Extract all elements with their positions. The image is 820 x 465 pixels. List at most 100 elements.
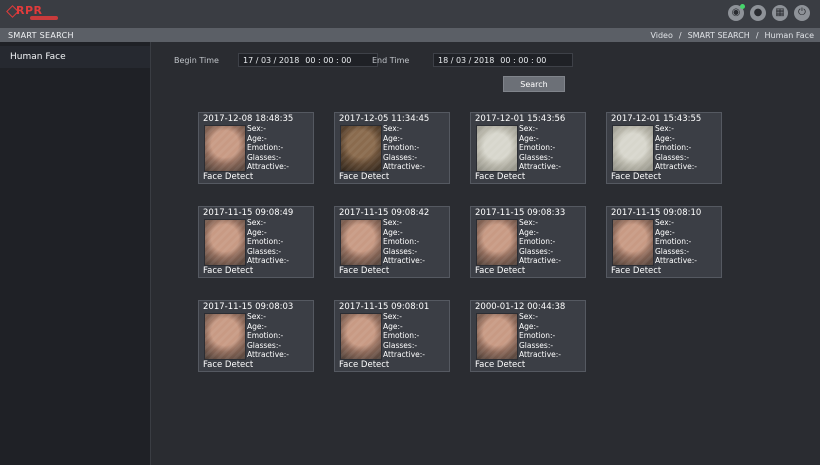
result-card[interactable]: 2017-11-15 09:08:49 Sex:- Age:- Emotion:… xyxy=(198,206,314,278)
attr-sex: Sex:- xyxy=(383,124,402,133)
breadcrumb-item-video[interactable]: Video xyxy=(650,31,672,40)
event-label: Face Detect xyxy=(339,360,390,370)
end-time-label: End Time xyxy=(372,56,410,65)
sidebar-item-human-face[interactable]: Human Face xyxy=(0,46,150,68)
begin-time[interactable]: 00 : 00 : 00 xyxy=(305,56,351,65)
result-timestamp: 2017-11-15 09:08:33 xyxy=(475,208,566,218)
begin-time-label: Begin Time xyxy=(174,56,219,65)
end-time-field[interactable]: 18 / 03 / 2018 00 : 00 : 00 xyxy=(433,53,573,67)
face-thumbnail xyxy=(476,219,518,266)
toolbar-icons: ◉ ● ▦ ⏻ xyxy=(728,4,810,21)
result-card[interactable]: 2017-12-01 15:43:56 Sex:- Age:- Emotion:… xyxy=(470,112,586,184)
face-thumbnail xyxy=(612,125,654,172)
result-timestamp: 2000-01-12 00:44:38 xyxy=(475,302,566,312)
event-label: Face Detect xyxy=(339,172,390,182)
attr-age: Age:- xyxy=(519,321,539,331)
result-card[interactable]: 2017-11-15 09:08:03 Sex:- Age:- Emotion:… xyxy=(198,300,314,372)
attr-sex: Sex:- xyxy=(519,218,538,227)
event-label: Face Detect xyxy=(203,266,254,276)
attr-emotion: Emotion:- xyxy=(247,237,284,246)
attr-age: Age:- xyxy=(655,227,675,237)
attr-age: Age:- xyxy=(655,133,675,143)
attributes: Sex:- Age:- Emotion:- Glasses:- Attracti… xyxy=(383,124,445,172)
grid-icon[interactable]: ▦ xyxy=(772,5,788,21)
attr-glasses: Glasses:- xyxy=(383,340,418,350)
attr-attractive: Attractive:- xyxy=(519,256,561,265)
attr-glasses: Glasses:- xyxy=(247,152,282,162)
attr-attractive: Attractive:- xyxy=(519,350,561,359)
attr-sex: Sex:- xyxy=(519,124,538,133)
event-label: Face Detect xyxy=(611,172,662,182)
attr-emotion: Emotion:- xyxy=(519,143,556,152)
attr-sex: Sex:- xyxy=(655,124,674,133)
attributes: Sex:- Age:- Emotion:- Glasses:- Attracti… xyxy=(655,124,717,172)
attributes: Sex:- Age:- Emotion:- Glasses:- Attracti… xyxy=(383,312,445,360)
attr-attractive: Attractive:- xyxy=(247,256,289,265)
user-icon[interactable]: ● xyxy=(750,5,766,21)
result-timestamp: 2017-11-15 09:08:42 xyxy=(339,208,430,218)
attr-sex: Sex:- xyxy=(519,312,538,321)
breadcrumb-separator: / xyxy=(755,30,759,40)
eye-icon[interactable]: ◉ xyxy=(728,4,745,21)
attributes: Sex:- Age:- Emotion:- Glasses:- Attracti… xyxy=(519,218,581,266)
power-icon[interactable]: ⏻ xyxy=(794,5,810,21)
breadcrumb-item-smart-search[interactable]: SMART SEARCH xyxy=(688,31,750,40)
attr-sex: Sex:- xyxy=(383,312,402,321)
result-card[interactable]: 2017-11-15 09:08:01 Sex:- Age:- Emotion:… xyxy=(334,300,450,372)
event-label: Face Detect xyxy=(339,266,390,276)
attributes: Sex:- Age:- Emotion:- Glasses:- Attracti… xyxy=(247,124,309,172)
attr-sex: Sex:- xyxy=(383,218,402,227)
attr-age: Age:- xyxy=(247,133,267,143)
attr-attractive: Attractive:- xyxy=(655,256,697,265)
result-card[interactable]: 2017-12-01 15:43:55 Sex:- Age:- Emotion:… xyxy=(606,112,722,184)
attr-age: Age:- xyxy=(383,227,403,237)
begin-date[interactable]: 17 / 03 / 2018 xyxy=(243,56,299,65)
event-label: Face Detect xyxy=(475,266,526,276)
attr-attractive: Attractive:- xyxy=(247,162,289,171)
result-timestamp: 2017-12-01 15:43:56 xyxy=(475,114,566,124)
attr-glasses: Glasses:- xyxy=(519,340,554,350)
brand-logo: RPR xyxy=(6,4,68,24)
result-timestamp: 2017-11-15 09:08:10 xyxy=(611,208,702,218)
attr-emotion: Emotion:- xyxy=(247,143,284,152)
page-title: SMART SEARCH xyxy=(8,30,74,40)
attr-glasses: Glasses:- xyxy=(655,246,690,256)
end-time[interactable]: 00 : 00 : 00 xyxy=(500,56,546,65)
attr-emotion: Emotion:- xyxy=(655,143,692,152)
attr-emotion: Emotion:- xyxy=(383,143,420,152)
attributes: Sex:- Age:- Emotion:- Glasses:- Attracti… xyxy=(247,312,309,360)
sidebar: Human Face xyxy=(0,42,151,465)
result-card[interactable]: 2017-11-15 09:08:33 Sex:- Age:- Emotion:… xyxy=(470,206,586,278)
end-date[interactable]: 18 / 03 / 2018 xyxy=(438,56,494,65)
attributes: Sex:- Age:- Emotion:- Glasses:- Attracti… xyxy=(247,218,309,266)
attr-glasses: Glasses:- xyxy=(247,340,282,350)
result-card[interactable]: 2017-12-08 18:48:35 Sex:- Age:- Emotion:… xyxy=(198,112,314,184)
attributes: Sex:- Age:- Emotion:- Glasses:- Attracti… xyxy=(655,218,717,266)
attr-age: Age:- xyxy=(383,321,403,331)
result-card[interactable]: 2017-11-15 09:08:42 Sex:- Age:- Emotion:… xyxy=(334,206,450,278)
begin-time-field[interactable]: 17 / 03 / 2018 00 : 00 : 00 xyxy=(238,53,378,67)
attr-attractive: Attractive:- xyxy=(247,350,289,359)
result-card[interactable]: 2000-01-12 00:44:38 Sex:- Age:- Emotion:… xyxy=(470,300,586,372)
attributes: Sex:- Age:- Emotion:- Glasses:- Attracti… xyxy=(519,312,581,360)
sidebar-item-label: Human Face xyxy=(10,52,66,62)
attr-glasses: Glasses:- xyxy=(383,246,418,256)
search-controls: Begin Time 17 / 03 / 2018 00 : 00 : 00 E… xyxy=(150,42,820,102)
result-card[interactable]: 2017-11-15 09:08:10 Sex:- Age:- Emotion:… xyxy=(606,206,722,278)
attr-age: Age:- xyxy=(247,321,267,331)
event-label: Face Detect xyxy=(475,360,526,370)
face-thumbnail xyxy=(340,125,382,172)
attributes: Sex:- Age:- Emotion:- Glasses:- Attracti… xyxy=(519,124,581,172)
search-button[interactable]: Search xyxy=(503,76,565,92)
result-card[interactable]: 2017-12-05 11:34:45 Sex:- Age:- Emotion:… xyxy=(334,112,450,184)
attr-sex: Sex:- xyxy=(247,218,266,227)
attr-glasses: Glasses:- xyxy=(519,152,554,162)
attr-emotion: Emotion:- xyxy=(383,237,420,246)
event-label: Face Detect xyxy=(203,360,254,370)
page-header: SMART SEARCH Video / SMART SEARCH / Huma… xyxy=(0,28,820,42)
breadcrumb-item-human-face: Human Face xyxy=(764,30,814,40)
attr-sex: Sex:- xyxy=(655,218,674,227)
event-label: Face Detect xyxy=(475,172,526,182)
attr-attractive: Attractive:- xyxy=(383,350,425,359)
attr-sex: Sex:- xyxy=(247,312,266,321)
